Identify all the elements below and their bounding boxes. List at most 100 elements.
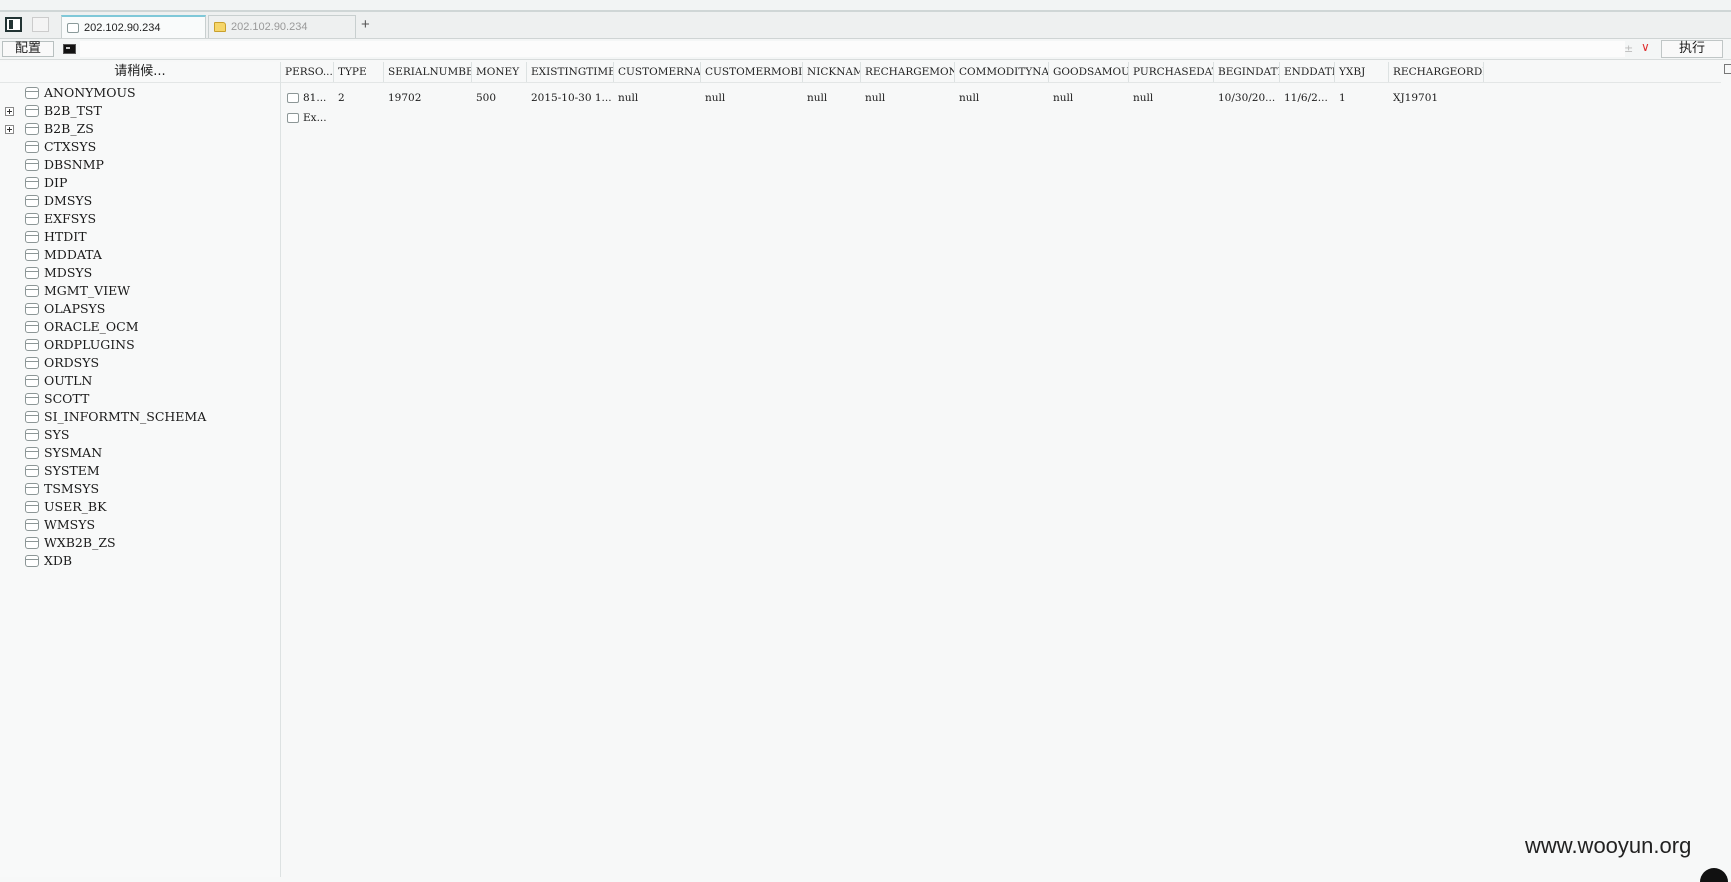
table-cell[interactable]: [1335, 108, 1389, 128]
table-cell[interactable]: XJ19701: [1389, 88, 1484, 108]
expand-icon[interactable]: [5, 107, 14, 116]
table-cell[interactable]: null: [803, 88, 861, 108]
tree-item[interactable]: MDSYS: [0, 264, 280, 282]
table-cell[interactable]: [955, 108, 1049, 128]
table-cell[interactable]: null: [955, 88, 1049, 108]
column-header[interactable]: NICKNAME: [803, 62, 861, 82]
table-cell[interactable]: [384, 108, 472, 128]
tree-item[interactable]: DMSYS: [0, 192, 280, 210]
tree-item[interactable]: OUTLN: [0, 372, 280, 390]
column-header[interactable]: RECHARGEMONEY: [861, 62, 955, 82]
panel-toggle-icon[interactable]: [5, 17, 22, 32]
tree-item[interactable]: SYS: [0, 426, 280, 444]
table-cell[interactable]: 11/6/2...: [1280, 88, 1335, 108]
tree-item[interactable]: WXB2B_ZS: [0, 534, 280, 552]
tree-item-label: ORDPLUGINS: [44, 337, 135, 352]
tree-item[interactable]: MDDATA: [0, 246, 280, 264]
table-cell[interactable]: 2015-10-30 1...: [527, 88, 614, 108]
column-header[interactable]: ENDDATE: [1280, 62, 1335, 82]
tree-item[interactable]: MGMT_VIEW: [0, 282, 280, 300]
table-cell[interactable]: null: [614, 88, 701, 108]
table-cell[interactable]: 1: [1335, 88, 1389, 108]
collapse-panel-icon[interactable]: [1724, 64, 1731, 74]
tree-item[interactable]: WMSYS: [0, 516, 280, 534]
tab-files[interactable]: 202.102.90.234: [208, 15, 356, 38]
table-cell[interactable]: null: [1049, 88, 1129, 108]
tree-item[interactable]: CTXSYS: [0, 138, 280, 156]
table-cell[interactable]: null: [1129, 88, 1214, 108]
table-cell[interactable]: 2: [334, 88, 384, 108]
table-cell[interactable]: [1214, 108, 1280, 128]
tree-item[interactable]: B2B_TST: [0, 102, 280, 120]
schema-icon: [25, 87, 39, 99]
table-cell[interactable]: [334, 108, 384, 128]
tree-item[interactable]: XDB: [0, 552, 280, 570]
table-cell[interactable]: [1389, 108, 1484, 128]
column-header[interactable]: BEGINDATE: [1214, 62, 1280, 82]
tree-item[interactable]: OLAPSYS: [0, 300, 280, 318]
tree-item-label: SYSMAN: [44, 445, 103, 460]
table-row[interactable]: Ex...: [281, 108, 1721, 128]
column-header[interactable]: CUSTOMERNAME: [614, 62, 701, 82]
tree-item-label: DMSYS: [44, 193, 93, 208]
table-row[interactable]: 81... 2 19702 500 2015-10-30 1... null null nul…: [281, 88, 1721, 108]
schema-icon: [25, 555, 39, 567]
column-header[interactable]: EXISTINGTIME: [527, 62, 614, 82]
column-header[interactable]: TYPE: [334, 62, 384, 82]
table-cell[interactable]: 10/30/20...: [1214, 88, 1280, 108]
tree-item[interactable]: EXFSYS: [0, 210, 280, 228]
add-tab-icon[interactable]: +: [361, 16, 370, 33]
tree-item[interactable]: SI_INFORMTN_SCHEMA: [0, 408, 280, 426]
tree-item[interactable]: ANONYMOUS: [0, 84, 280, 102]
table-cell[interactable]: Ex...: [299, 108, 334, 128]
tree-item[interactable]: ORDPLUGINS: [0, 336, 280, 354]
column-header[interactable]: SERIALNUMBER: [384, 62, 472, 82]
tab-label: 202.102.90.234: [84, 22, 161, 34]
table-cell[interactable]: null: [861, 88, 955, 108]
tree-item[interactable]: ORDSYS: [0, 354, 280, 372]
schema-icon: [25, 159, 39, 171]
tree-item[interactable]: ORACLE_OCM: [0, 318, 280, 336]
tree-item[interactable]: DBSNMP: [0, 156, 280, 174]
tree-item[interactable]: SYSTEM: [0, 462, 280, 480]
tree-header: 请稍候...: [0, 62, 280, 83]
table-cell[interactable]: null: [701, 88, 803, 108]
tree-item[interactable]: SYSMAN: [0, 444, 280, 462]
tab-bar: 202.102.90.234 202.102.90.234: [0, 12, 1731, 39]
run-button[interactable]: 执行: [1661, 40, 1723, 58]
table-cell[interactable]: [1280, 108, 1335, 128]
column-header[interactable]: PERSO...: [281, 62, 334, 82]
table-cell[interactable]: 19702: [384, 88, 472, 108]
column-header[interactable]: COMMODITYNAME: [955, 62, 1049, 82]
tree-item[interactable]: HTDIT: [0, 228, 280, 246]
plus-minus-icon[interactable]: ±: [1624, 42, 1633, 55]
table-cell[interactable]: [527, 108, 614, 128]
config-button[interactable]: 配置: [2, 41, 54, 57]
tree-item[interactable]: TSMSYS: [0, 480, 280, 498]
table-cell[interactable]: 500: [472, 88, 527, 108]
chevron-down-icon[interactable]: ∨: [1641, 40, 1650, 54]
table-cell[interactable]: [1129, 108, 1214, 128]
tree-item[interactable]: B2B_ZS: [0, 120, 280, 138]
command-input[interactable]: [80, 41, 1625, 57]
column-header[interactable]: MONEY: [472, 62, 527, 82]
table-cell[interactable]: [614, 108, 701, 128]
new-window-icon[interactable]: [32, 17, 49, 32]
column-header[interactable]: YXBJ: [1335, 62, 1389, 82]
tab-connection[interactable]: 202.102.90.234: [61, 15, 206, 38]
table-cell[interactable]: 81...: [299, 88, 334, 108]
table-cell[interactable]: [701, 108, 803, 128]
column-header[interactable]: CUSTOMERMOBILE: [701, 62, 803, 82]
table-cell[interactable]: [1049, 108, 1129, 128]
table-cell[interactable]: [472, 108, 527, 128]
tree-item[interactable]: SCOTT: [0, 390, 280, 408]
tree-item-label: USER_BK: [44, 499, 107, 514]
expand-icon[interactable]: [5, 125, 14, 134]
tree-item[interactable]: DIP: [0, 174, 280, 192]
table-cell[interactable]: [861, 108, 955, 128]
table-cell[interactable]: [803, 108, 861, 128]
tree-item[interactable]: USER_BK: [0, 498, 280, 516]
column-header[interactable]: GOODSAMOUNT: [1049, 62, 1129, 82]
column-header[interactable]: PURCHASEDATA: [1129, 62, 1214, 82]
column-header[interactable]: RECHARGEORDER: [1389, 62, 1484, 82]
